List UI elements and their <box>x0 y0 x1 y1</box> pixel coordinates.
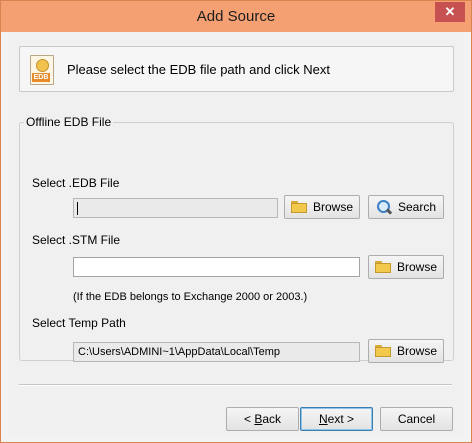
back-button[interactable]: < Back <box>226 407 299 431</box>
edb-file-label: Select .EDB File <box>32 176 120 190</box>
folder-icon <box>374 345 391 357</box>
edb-browse-button[interactable]: Browse <box>284 195 360 219</box>
edb-file-icon: EDB <box>30 55 54 85</box>
stm-browse-button[interactable]: Browse <box>368 255 444 279</box>
add-source-dialog: Add Source ✕ EDB Please select the EDB f… <box>0 0 472 443</box>
temp-path-label: Select Temp Path <box>32 316 126 330</box>
edb-browse-label: Browse <box>312 200 353 214</box>
instruction-text: Please select the EDB file path and clic… <box>67 62 331 77</box>
stm-note: (If the EDB belongs to Exchange 2000 or … <box>73 291 308 303</box>
folder-icon <box>290 201 307 213</box>
next-label: Next > <box>318 412 355 426</box>
edb-file-input[interactable] <box>73 198 278 218</box>
text-caret <box>77 202 78 215</box>
temp-path-value: C:\Users\ADMINI~1\AppData\Local\Temp <box>78 346 281 358</box>
cancel-label: Cancel <box>397 412 436 426</box>
offline-edb-group: Offline EDB File Select .EDB File Browse… <box>19 115 454 363</box>
close-icon: ✕ <box>444 4 456 19</box>
group-label: Offline EDB File <box>24 115 114 129</box>
footer-divider <box>19 384 452 386</box>
edb-search-button[interactable]: Search <box>368 195 444 219</box>
close-button[interactable]: ✕ <box>435 2 465 22</box>
title-bar[interactable]: Add Source ✕ <box>1 1 471 32</box>
stm-browse-label: Browse <box>396 260 437 274</box>
dialog-content: EDB Please select the EDB file path and … <box>8 32 464 437</box>
folder-icon <box>374 261 391 273</box>
disc-shape <box>36 59 49 72</box>
instruction-banner: EDB Please select the EDB file path and … <box>19 46 454 92</box>
search-icon <box>376 199 393 215</box>
cancel-button[interactable]: Cancel <box>380 407 453 431</box>
stm-file-label: Select .STM File <box>32 233 121 247</box>
temp-browse-label: Browse <box>396 344 437 358</box>
stm-file-input[interactable] <box>73 257 360 277</box>
next-button[interactable]: Next > <box>300 407 373 431</box>
edb-search-label: Search <box>397 200 437 214</box>
temp-path-input[interactable]: C:\Users\ADMINI~1\AppData\Local\Temp <box>73 342 360 362</box>
window-title: Add Source <box>196 8 276 25</box>
back-label: < Back <box>243 412 282 426</box>
edb-icon-tag: EDB <box>32 73 50 82</box>
temp-browse-button[interactable]: Browse <box>368 339 444 363</box>
